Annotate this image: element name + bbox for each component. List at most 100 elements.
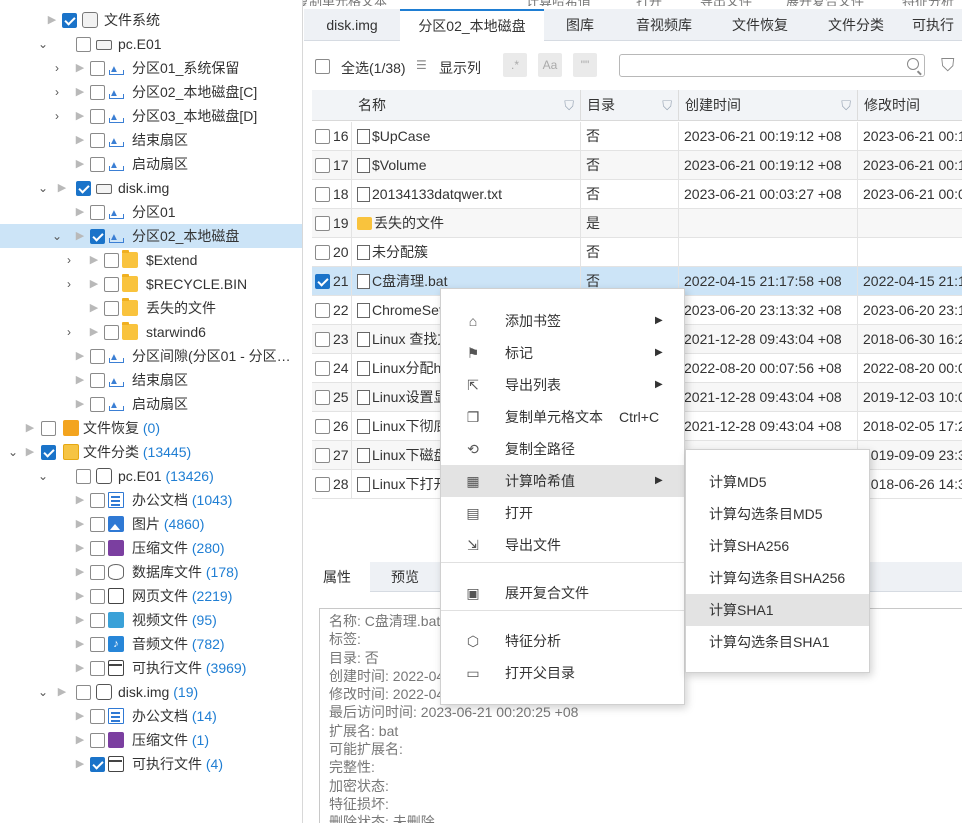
cell-modified[interactable]: 2022-08-20 00:07:56 +08 <box>858 354 962 383</box>
top-toolbar-item[interactable]: 复制单元格文本 <box>296 0 387 6</box>
expand-toggle-icon[interactable]: ⌄ <box>36 32 50 56</box>
top-toolbar-item[interactable]: 打开 <box>636 0 662 6</box>
play-icon[interactable]: ▶ <box>88 296 100 320</box>
tree-node[interactable]: ▶ 网页文件 (2219) <box>0 584 302 608</box>
cell-name[interactable]: 丢失的文件 <box>352 209 581 238</box>
cell-modified[interactable]: 2019-12-03 10:00:00 +08 <box>858 383 962 412</box>
column-header-name[interactable]: 名称 ⛉ <box>352 90 581 121</box>
play-icon[interactable]: ▶ <box>74 56 86 80</box>
case-sensitive-button[interactable]: Aa <box>538 53 562 77</box>
tree-node[interactable]: ▶ ⌄ 文件分类 (13445) <box>0 440 302 464</box>
play-icon[interactable]: ▶ <box>74 80 86 104</box>
tree-node[interactable]: › ▶ 分区03_本地磁盘[D] <box>0 104 302 130</box>
cell-dir[interactable]: 否 <box>581 238 679 267</box>
expand-toggle-icon[interactable]: ⌄ <box>36 464 50 488</box>
menu-compute-hash[interactable]: ▦ 计算哈希值 ▶ <box>441 465 684 497</box>
cell-created[interactable]: 2021-12-28 09:43:04 +08 <box>679 412 858 441</box>
table-row[interactable]: 18 20134133datqwer.txt 否 2023-06-21 00:03:2… <box>312 180 962 209</box>
tree-node-checkbox[interactable] <box>41 421 56 436</box>
expand-toggle-icon[interactable]: ⌄ <box>36 680 50 704</box>
play-icon[interactable]: ▶ <box>74 728 86 752</box>
tree-node[interactable]: ⌄ pc.E01 <box>0 32 302 56</box>
tree-node[interactable]: ▶ 文件系统 <box>0 8 302 32</box>
submenu-item[interactable]: 计算MD5 <box>686 466 869 498</box>
play-icon[interactable]: ▶ <box>74 560 86 584</box>
tree-node-checkbox[interactable] <box>76 181 91 196</box>
cell-name[interactable]: $Volume <box>352 151 581 180</box>
cell-modified[interactable]: 2023-06-20 23:13:32 +08 <box>858 296 962 325</box>
top-toolbar-item[interactable]: 计算哈希值 <box>526 0 591 6</box>
row-checkbox[interactable] <box>315 245 330 260</box>
tree-node[interactable]: ▶ 启动扇区 <box>0 392 302 418</box>
cell-modified[interactable]: 2023-06-21 00:19:12 +08 <box>858 122 962 151</box>
menu-open[interactable]: ▤ 打开 <box>441 497 684 529</box>
tree-node[interactable]: ▶ 分区间隙(分区01 - 分区… <box>0 344 302 370</box>
filter-icon[interactable]: ⛉ <box>941 55 955 76</box>
tree-node-checkbox[interactable] <box>76 37 91 52</box>
tree-node[interactable]: › ▶ $Extend <box>0 248 302 272</box>
tree-node-checkbox[interactable] <box>90 157 105 172</box>
play-icon[interactable]: ▶ <box>24 416 36 440</box>
tree-node[interactable]: ▶ 分区01 <box>0 200 302 226</box>
select-all-checkbox[interactable] <box>315 59 330 74</box>
cell-created[interactable]: 2021-12-28 09:43:04 +08 <box>679 325 858 354</box>
play-icon[interactable]: ▶ <box>74 392 86 416</box>
tree-node[interactable]: ⌄ ▶ disk.img <box>0 176 302 200</box>
tree-node[interactable]: ▶ 视频文件 (95) <box>0 608 302 632</box>
cell-modified[interactable]: 2019-09-09 23:30:00 +08 <box>858 441 962 470</box>
row-checkbox[interactable] <box>315 448 330 463</box>
cell-dir[interactable]: 是 <box>581 209 679 238</box>
tree-node-checkbox[interactable] <box>41 445 56 460</box>
tree-node[interactable]: › ▶ 分区01_系统保留 <box>0 56 302 82</box>
tree-node-checkbox[interactable] <box>90 757 105 772</box>
cell-created[interactable]: 2023-06-21 00:19:12 +08 <box>679 151 858 180</box>
cell-modified[interactable]: 2018-06-26 14:30:00 +08 <box>858 470 962 499</box>
tree-node[interactable]: › ▶ 分区02_本地磁盘[C] <box>0 80 302 106</box>
top-toolbar-item[interactable]: 导出文件 <box>700 0 752 6</box>
columns-icon[interactable]: ☰ <box>416 59 428 72</box>
row-checkbox[interactable] <box>315 216 330 231</box>
tree-node-checkbox[interactable] <box>62 13 77 28</box>
tree-node[interactable]: ▶ 图片 (4860) <box>0 512 302 536</box>
tree-node-checkbox[interactable] <box>90 229 105 244</box>
row-checkbox[interactable] <box>315 361 330 376</box>
cell-modified[interactable] <box>858 209 962 238</box>
row-checkbox[interactable] <box>315 303 330 318</box>
tree-node-checkbox[interactable] <box>90 205 105 220</box>
tree-node-checkbox[interactable] <box>90 589 105 604</box>
expand-toggle-icon[interactable]: › <box>50 104 64 128</box>
expand-toggle-icon[interactable]: ⌄ <box>6 440 20 464</box>
tab-item[interactable]: 分区02_本地磁盘 <box>400 9 544 42</box>
play-icon[interactable]: ▶ <box>46 8 58 32</box>
hash-submenu[interactable]: 计算MD5 计算勾选条目MD5 计算SHA256 计算勾选条目SHA256 计算SHA1… <box>685 449 870 673</box>
menu-expand-compound[interactable]: ▣ 展开复合文件 <box>441 577 684 609</box>
tree-node-checkbox[interactable] <box>90 661 105 676</box>
tree-node-checkbox[interactable] <box>104 277 119 292</box>
table-row[interactable]: 20 未分配簇否 <box>312 238 962 267</box>
cell-created[interactable]: 2023-06-21 00:03:27 +08 <box>679 180 858 209</box>
tree-node[interactable]: ⌄ ▶ 分区02_本地磁盘 <box>0 224 302 250</box>
expand-toggle-icon[interactable]: › <box>50 56 64 80</box>
tree-node-checkbox[interactable] <box>90 109 105 124</box>
tree-node-checkbox[interactable] <box>104 253 119 268</box>
play-icon[interactable]: ▶ <box>74 632 86 656</box>
tab-item[interactable]: disk.img <box>304 9 400 41</box>
cell-created[interactable]: 2023-06-21 00:19:12 +08 <box>679 122 858 151</box>
play-icon[interactable]: ▶ <box>88 272 100 296</box>
play-icon[interactable]: ▶ <box>74 344 86 368</box>
cell-created[interactable] <box>679 238 858 267</box>
tree-node[interactable]: › ▶ starwind6 <box>0 320 302 344</box>
tree-node-checkbox[interactable] <box>90 493 105 508</box>
cell-created[interactable]: 2022-08-20 00:07:56 +08 <box>679 354 858 383</box>
tree-node[interactable]: ▶ 结束扇区 <box>0 368 302 394</box>
row-checkbox[interactable] <box>315 477 330 492</box>
play-icon[interactable]: ▶ <box>74 224 86 248</box>
expand-toggle-icon[interactable]: › <box>62 272 76 296</box>
cell-name[interactable]: 20134133datqwer.txt <box>352 180 581 209</box>
tree-node[interactable]: ⌄ pc.E01 (13426) <box>0 464 302 488</box>
play-icon[interactable]: ▶ <box>74 536 86 560</box>
tree-node[interactable]: ⌄ ▶ disk.img (19) <box>0 680 302 704</box>
tab-item[interactable]: 文件分类 <box>808 9 904 41</box>
tree-node-checkbox[interactable] <box>76 469 91 484</box>
tree-node-checkbox[interactable] <box>90 61 105 76</box>
